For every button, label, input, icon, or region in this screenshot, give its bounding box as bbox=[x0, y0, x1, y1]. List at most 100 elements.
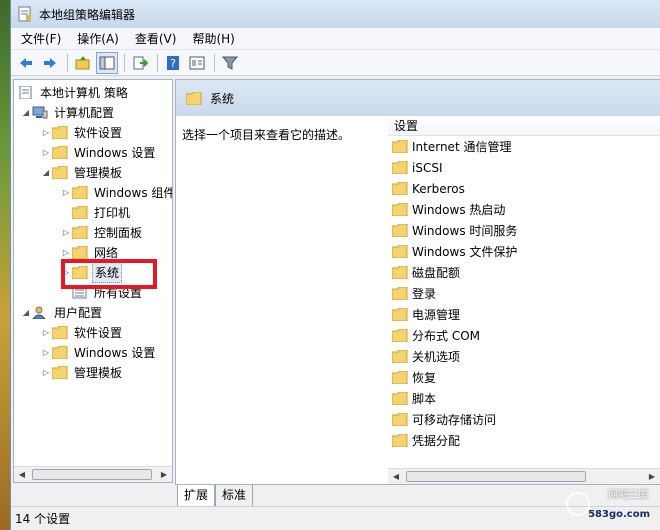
settings-item-label: Kerberos bbox=[412, 181, 465, 196]
tree-item-user-software[interactable]: ▷ 软件设置 bbox=[40, 322, 124, 342]
settings-list-item[interactable]: 磁盘配额 bbox=[388, 262, 660, 283]
forward-icon bbox=[44, 57, 56, 68]
settings-list-item[interactable]: 恢复 bbox=[388, 367, 660, 388]
details-header: 系统 bbox=[176, 80, 660, 116]
column-header-setting[interactable]: 设置 bbox=[388, 116, 660, 136]
tree-item-computer-admin[interactable]: ◢ 管理模板 bbox=[40, 162, 124, 182]
scrollbar-thumb[interactable] bbox=[406, 471, 586, 482]
tab-standard[interactable]: 标准 bbox=[215, 485, 254, 507]
settings-items: Internet 通信管理 iSCSI Kerberos Windows 热启动 Win… bbox=[388, 136, 660, 451]
menu-view[interactable]: 查看(V) bbox=[127, 28, 185, 50]
up-folder-icon bbox=[75, 55, 90, 69]
scroll-left-icon[interactable]: ◀ bbox=[14, 467, 30, 482]
folder-icon bbox=[392, 413, 408, 426]
expanded-arrow-icon[interactable]: ◢ bbox=[40, 168, 52, 177]
folder-icon bbox=[52, 325, 68, 339]
help-icon: ? bbox=[167, 55, 179, 70]
settings-list-item[interactable]: Windows 热启动 bbox=[388, 199, 660, 220]
settings-item-label: Windows 时间服务 bbox=[412, 224, 518, 238]
settings-list-item[interactable]: Windows 时间服务 bbox=[388, 220, 660, 241]
settings-list-item[interactable]: 分布式 COM bbox=[388, 325, 660, 346]
tree-item-user-admin[interactable]: ▷ 管理模板 bbox=[40, 362, 124, 382]
folder-icon bbox=[392, 203, 408, 216]
red-highlight-box bbox=[61, 259, 157, 289]
settings-list-item[interactable]: Kerberos bbox=[388, 178, 660, 199]
back-button[interactable] bbox=[15, 52, 37, 74]
details-pane: 系统 选择一个项目来查看它的描述。 设置 Internet 通信管理 iSCSI K… bbox=[175, 79, 660, 485]
help-button[interactable]: ? bbox=[162, 52, 184, 74]
back-icon bbox=[20, 57, 32, 68]
folder-icon bbox=[52, 365, 68, 379]
details-title: 系统 bbox=[210, 91, 235, 106]
collapsed-arrow-icon[interactable]: ▷ bbox=[60, 248, 72, 257]
tree-item-user-config[interactable]: ◢ 用户配置 bbox=[20, 302, 104, 322]
settings-item-label: 凭据分配 bbox=[412, 434, 461, 448]
show-hide-tree-button[interactable] bbox=[96, 51, 118, 74]
description-panel: 选择一个项目来查看它的描述。 bbox=[176, 116, 386, 484]
settings-list-item[interactable]: 脚本 bbox=[388, 388, 660, 409]
properties-button[interactable] bbox=[186, 52, 208, 74]
folder-icon bbox=[392, 245, 408, 258]
folder-icon bbox=[52, 345, 68, 359]
toolbar-separator bbox=[124, 53, 125, 72]
tree-item-windows-components[interactable]: ▷ Windows 组件 bbox=[60, 182, 172, 202]
scrollbar-thumb[interactable] bbox=[32, 469, 152, 480]
tree-item-control-panel[interactable]: ▷ 控制面板 bbox=[60, 222, 144, 242]
scroll-right-icon[interactable]: ▶ bbox=[156, 467, 172, 482]
watermark-site: 583go.com bbox=[588, 509, 650, 520]
tree-item-root[interactable]: 本地计算机 策略 bbox=[18, 82, 130, 102]
settings-list-item[interactable]: Internet 通信管理 bbox=[388, 136, 660, 157]
settings-item-label: 磁盘配额 bbox=[412, 266, 461, 280]
folder-icon bbox=[52, 125, 68, 139]
settings-list-item[interactable]: 凭据分配 bbox=[388, 430, 660, 451]
status-bar: 14 个设置 bbox=[11, 506, 660, 530]
collapsed-arrow-icon[interactable]: ▷ bbox=[40, 348, 52, 357]
filter-button[interactable] bbox=[219, 52, 241, 74]
export-list-button[interactable] bbox=[129, 52, 151, 74]
folder-icon bbox=[392, 266, 408, 279]
collapsed-arrow-icon[interactable]: ▷ bbox=[40, 368, 52, 377]
collapsed-arrow-icon[interactable]: ▷ bbox=[60, 228, 72, 237]
folder-icon bbox=[52, 145, 68, 159]
settings-list-item[interactable]: 登录 bbox=[388, 283, 660, 304]
settings-list-item[interactable]: 电源管理 bbox=[388, 304, 660, 325]
tree-item-computer-software[interactable]: ▷ 软件设置 bbox=[40, 122, 124, 142]
settings-item-label: Windows 热启动 bbox=[412, 203, 506, 217]
tab-extended[interactable]: 扩展 bbox=[177, 485, 216, 507]
up-folder-button[interactable] bbox=[72, 52, 94, 74]
settings-item-label: Windows 文件保护 bbox=[412, 245, 518, 259]
filter-icon bbox=[222, 56, 238, 70]
settings-list-item[interactable]: iSCSI bbox=[388, 157, 660, 178]
folder-icon bbox=[392, 371, 408, 384]
expanded-arrow-icon[interactable]: ◢ bbox=[20, 108, 32, 117]
tree-item-printers[interactable]: 打印机 bbox=[72, 202, 132, 222]
collapsed-arrow-icon[interactable]: ▷ bbox=[60, 188, 72, 197]
tree-item-computer-config[interactable]: ◢ 计算机配置 bbox=[20, 102, 116, 122]
user-icon bbox=[32, 306, 46, 319]
app-icon bbox=[18, 6, 31, 22]
collapsed-arrow-icon[interactable]: ▷ bbox=[40, 328, 52, 337]
watermark-name: 网吧三国 bbox=[608, 490, 648, 501]
settings-item-label: 关机选项 bbox=[412, 350, 461, 364]
settings-item-label: 登录 bbox=[412, 287, 437, 301]
export-list-icon bbox=[133, 56, 148, 69]
settings-item-label: 电源管理 bbox=[412, 308, 461, 322]
collapsed-arrow-icon[interactable]: ▷ bbox=[40, 148, 52, 157]
tree-item-user-windows[interactable]: ▷ Windows 设置 bbox=[40, 342, 157, 362]
scroll-right-icon[interactable]: ▶ bbox=[644, 469, 660, 484]
collapsed-arrow-icon[interactable]: ▷ bbox=[40, 128, 52, 137]
menu-file[interactable]: 文件(F) bbox=[13, 28, 69, 50]
scroll-left-icon[interactable]: ◀ bbox=[388, 469, 404, 484]
settings-list-item[interactable]: 关机选项 bbox=[388, 346, 660, 367]
settings-list: 设置 Internet 通信管理 iSCSI Kerberos Windows 热启动… bbox=[388, 116, 660, 484]
menu-action[interactable]: 操作(A) bbox=[69, 28, 127, 50]
settings-list-item[interactable]: Windows 文件保护 bbox=[388, 241, 660, 262]
menu-help[interactable]: 帮助(H) bbox=[184, 28, 242, 50]
settings-list-item[interactable]: 可移动存储访问 bbox=[388, 409, 660, 430]
details-horizontal-scrollbar[interactable]: ◀ ▶ bbox=[388, 468, 660, 484]
main-content: 本地计算机 策略 ◢ 计算机配置 ▷ 软件设置 ▷ Windows 设置 ◢ 管… bbox=[13, 77, 660, 507]
tree-item-computer-windows[interactable]: ▷ Windows 设置 bbox=[40, 142, 157, 162]
forward-button[interactable] bbox=[39, 52, 61, 74]
expanded-arrow-icon[interactable]: ◢ bbox=[20, 308, 32, 317]
tree-horizontal-scrollbar[interactable]: ◀ ▶ bbox=[14, 466, 172, 482]
